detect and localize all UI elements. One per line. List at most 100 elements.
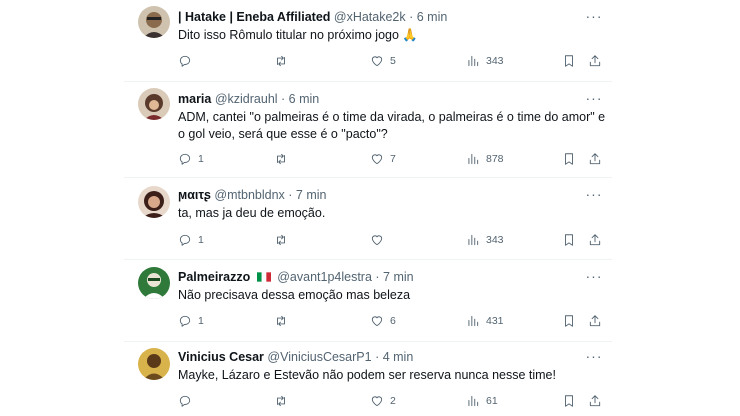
reply-button[interactable]: 1 xyxy=(178,312,204,330)
views-button[interactable]: 431 xyxy=(466,312,504,330)
share-button[interactable] xyxy=(588,52,602,70)
bookmark-icon xyxy=(565,315,573,327)
avatar[interactable] xyxy=(138,267,170,299)
share-button[interactable] xyxy=(588,392,602,410)
reply-button[interactable] xyxy=(178,52,198,70)
handle[interactable]: @mtbnbldnx xyxy=(214,188,284,202)
display-name[interactable]: Palmeirazzo xyxy=(178,270,250,284)
retweet-button[interactable] xyxy=(274,52,294,70)
tweet-text-line: o gol veio, será que esse é o "pacto"? xyxy=(178,127,388,141)
bookmark-button[interactable] xyxy=(562,231,576,249)
bookmark-icon xyxy=(565,153,573,165)
views-count: 431 xyxy=(486,315,504,327)
handle[interactable]: @avant1p4lestra xyxy=(277,270,372,284)
timestamp[interactable]: · 7 min xyxy=(375,270,413,284)
display-name[interactable]: ϻαιτʂ xyxy=(178,188,211,202)
views-button[interactable]: 61 xyxy=(466,392,498,410)
reply-button[interactable]: 1 xyxy=(178,150,204,168)
divider xyxy=(124,341,612,342)
heart-icon xyxy=(371,154,383,165)
reply-icon xyxy=(179,153,191,165)
avatar[interactable] xyxy=(138,348,170,380)
tweet-text: Dito isso Rômulo titular no próximo jogo… xyxy=(178,27,598,44)
like-count: 6 xyxy=(390,315,396,327)
like-button[interactable]: 2 xyxy=(370,392,396,410)
views-count: 343 xyxy=(486,234,504,246)
timestamp[interactable]: · 6 min xyxy=(409,10,447,24)
views-button[interactable]: 878 xyxy=(466,150,504,168)
tweet-text-line: Não precisava dessa emoção mas beleza xyxy=(178,288,411,302)
tweet-text: Mayke, Lázaro e Estevão não podem ser re… xyxy=(178,367,598,384)
like-button[interactable]: 7 xyxy=(370,150,396,168)
reply-icon xyxy=(179,315,191,327)
like-button[interactable]: 5 xyxy=(370,52,396,70)
more-options-icon[interactable]: ··· xyxy=(584,9,604,26)
reply-button[interactable]: 1 xyxy=(178,231,204,249)
share-button[interactable] xyxy=(588,312,602,330)
tweet-header: maria @kzidrauhl · 6 min xyxy=(178,91,319,107)
reply-count: 1 xyxy=(198,234,204,246)
retweet-button[interactable] xyxy=(274,150,294,168)
retweet-button[interactable] xyxy=(274,392,294,410)
handle[interactable]: @ViniciusCesarP1 xyxy=(267,350,371,364)
tweet-text-line: ta, mas ja deu de emoção. xyxy=(178,206,326,220)
tweet-text-line: Mayke, Lázaro e Estevão não podem ser re… xyxy=(178,368,556,382)
reply-icon xyxy=(179,55,191,67)
display-name[interactable]: Vinicius Cesar xyxy=(178,350,264,364)
heart-icon xyxy=(371,316,383,327)
avatar[interactable] xyxy=(138,88,170,120)
share-button[interactable] xyxy=(588,231,602,249)
timestamp[interactable]: · 6 min xyxy=(281,92,319,106)
divider xyxy=(124,177,612,178)
heart-icon xyxy=(371,396,383,407)
handle[interactable]: @kzidrauhl xyxy=(215,92,278,106)
action-bar: 5 343 xyxy=(178,52,608,70)
bookmark-button[interactable] xyxy=(562,312,576,330)
action-bar: 1 343 xyxy=(178,231,608,249)
share-icon xyxy=(589,315,601,327)
like-count: 5 xyxy=(390,55,396,67)
share-icon xyxy=(589,153,601,165)
bookmark-icon xyxy=(565,55,573,67)
avatar[interactable] xyxy=(138,6,170,38)
tweet-header: ϻαιτʂ @mtbnbldnx · 7 min xyxy=(178,187,326,203)
action-bar: 2 61 xyxy=(178,392,608,410)
share-button[interactable] xyxy=(588,150,602,168)
display-name[interactable]: maria xyxy=(178,92,211,106)
retweet-button[interactable] xyxy=(274,231,294,249)
timestamp[interactable]: · 7 min xyxy=(288,188,326,202)
more-options-icon[interactable]: ··· xyxy=(584,349,604,366)
more-options-icon[interactable]: ··· xyxy=(584,187,604,204)
avatar[interactable] xyxy=(138,186,170,218)
timestamp[interactable]: · 4 min xyxy=(375,350,413,364)
more-options-icon[interactable]: ··· xyxy=(584,269,604,286)
retweet-icon xyxy=(277,55,285,67)
reply-count: 1 xyxy=(198,315,204,327)
tweet-header: | Hatake | Eneba Affiliated @xHatake2k ·… xyxy=(178,9,447,25)
views-icon xyxy=(468,55,479,67)
bookmark-button[interactable] xyxy=(562,392,576,410)
display-name[interactable]: | Hatake | Eneba Affiliated xyxy=(178,10,330,24)
views-button[interactable]: 343 xyxy=(466,52,504,70)
bookmark-button[interactable] xyxy=(562,52,576,70)
share-icon xyxy=(589,55,601,67)
like-button[interactable]: 6 xyxy=(370,312,396,330)
more-options-icon[interactable]: ··· xyxy=(584,91,604,108)
retweet-button[interactable] xyxy=(274,312,294,330)
tweet-text-line: ADM, cantei "o palmeiras é o time da vir… xyxy=(178,110,606,124)
handle[interactable]: @xHatake2k xyxy=(334,10,406,24)
retweet-icon xyxy=(277,315,285,327)
retweet-icon xyxy=(277,395,285,407)
bookmark-icon xyxy=(565,395,573,407)
like-count: 2 xyxy=(390,395,396,407)
tweet-text: ADM, cantei "o palmeiras é o time da vir… xyxy=(178,109,618,143)
reply-button[interactable] xyxy=(178,392,198,410)
tweet-text-line: Dito isso Rômulo titular no próximo jogo… xyxy=(178,28,418,42)
share-icon xyxy=(589,395,601,407)
divider xyxy=(124,81,612,82)
views-count: 878 xyxy=(486,153,504,165)
like-button[interactable] xyxy=(370,231,390,249)
like-count: 7 xyxy=(390,153,396,165)
views-button[interactable]: 343 xyxy=(466,231,504,249)
bookmark-button[interactable] xyxy=(562,150,576,168)
